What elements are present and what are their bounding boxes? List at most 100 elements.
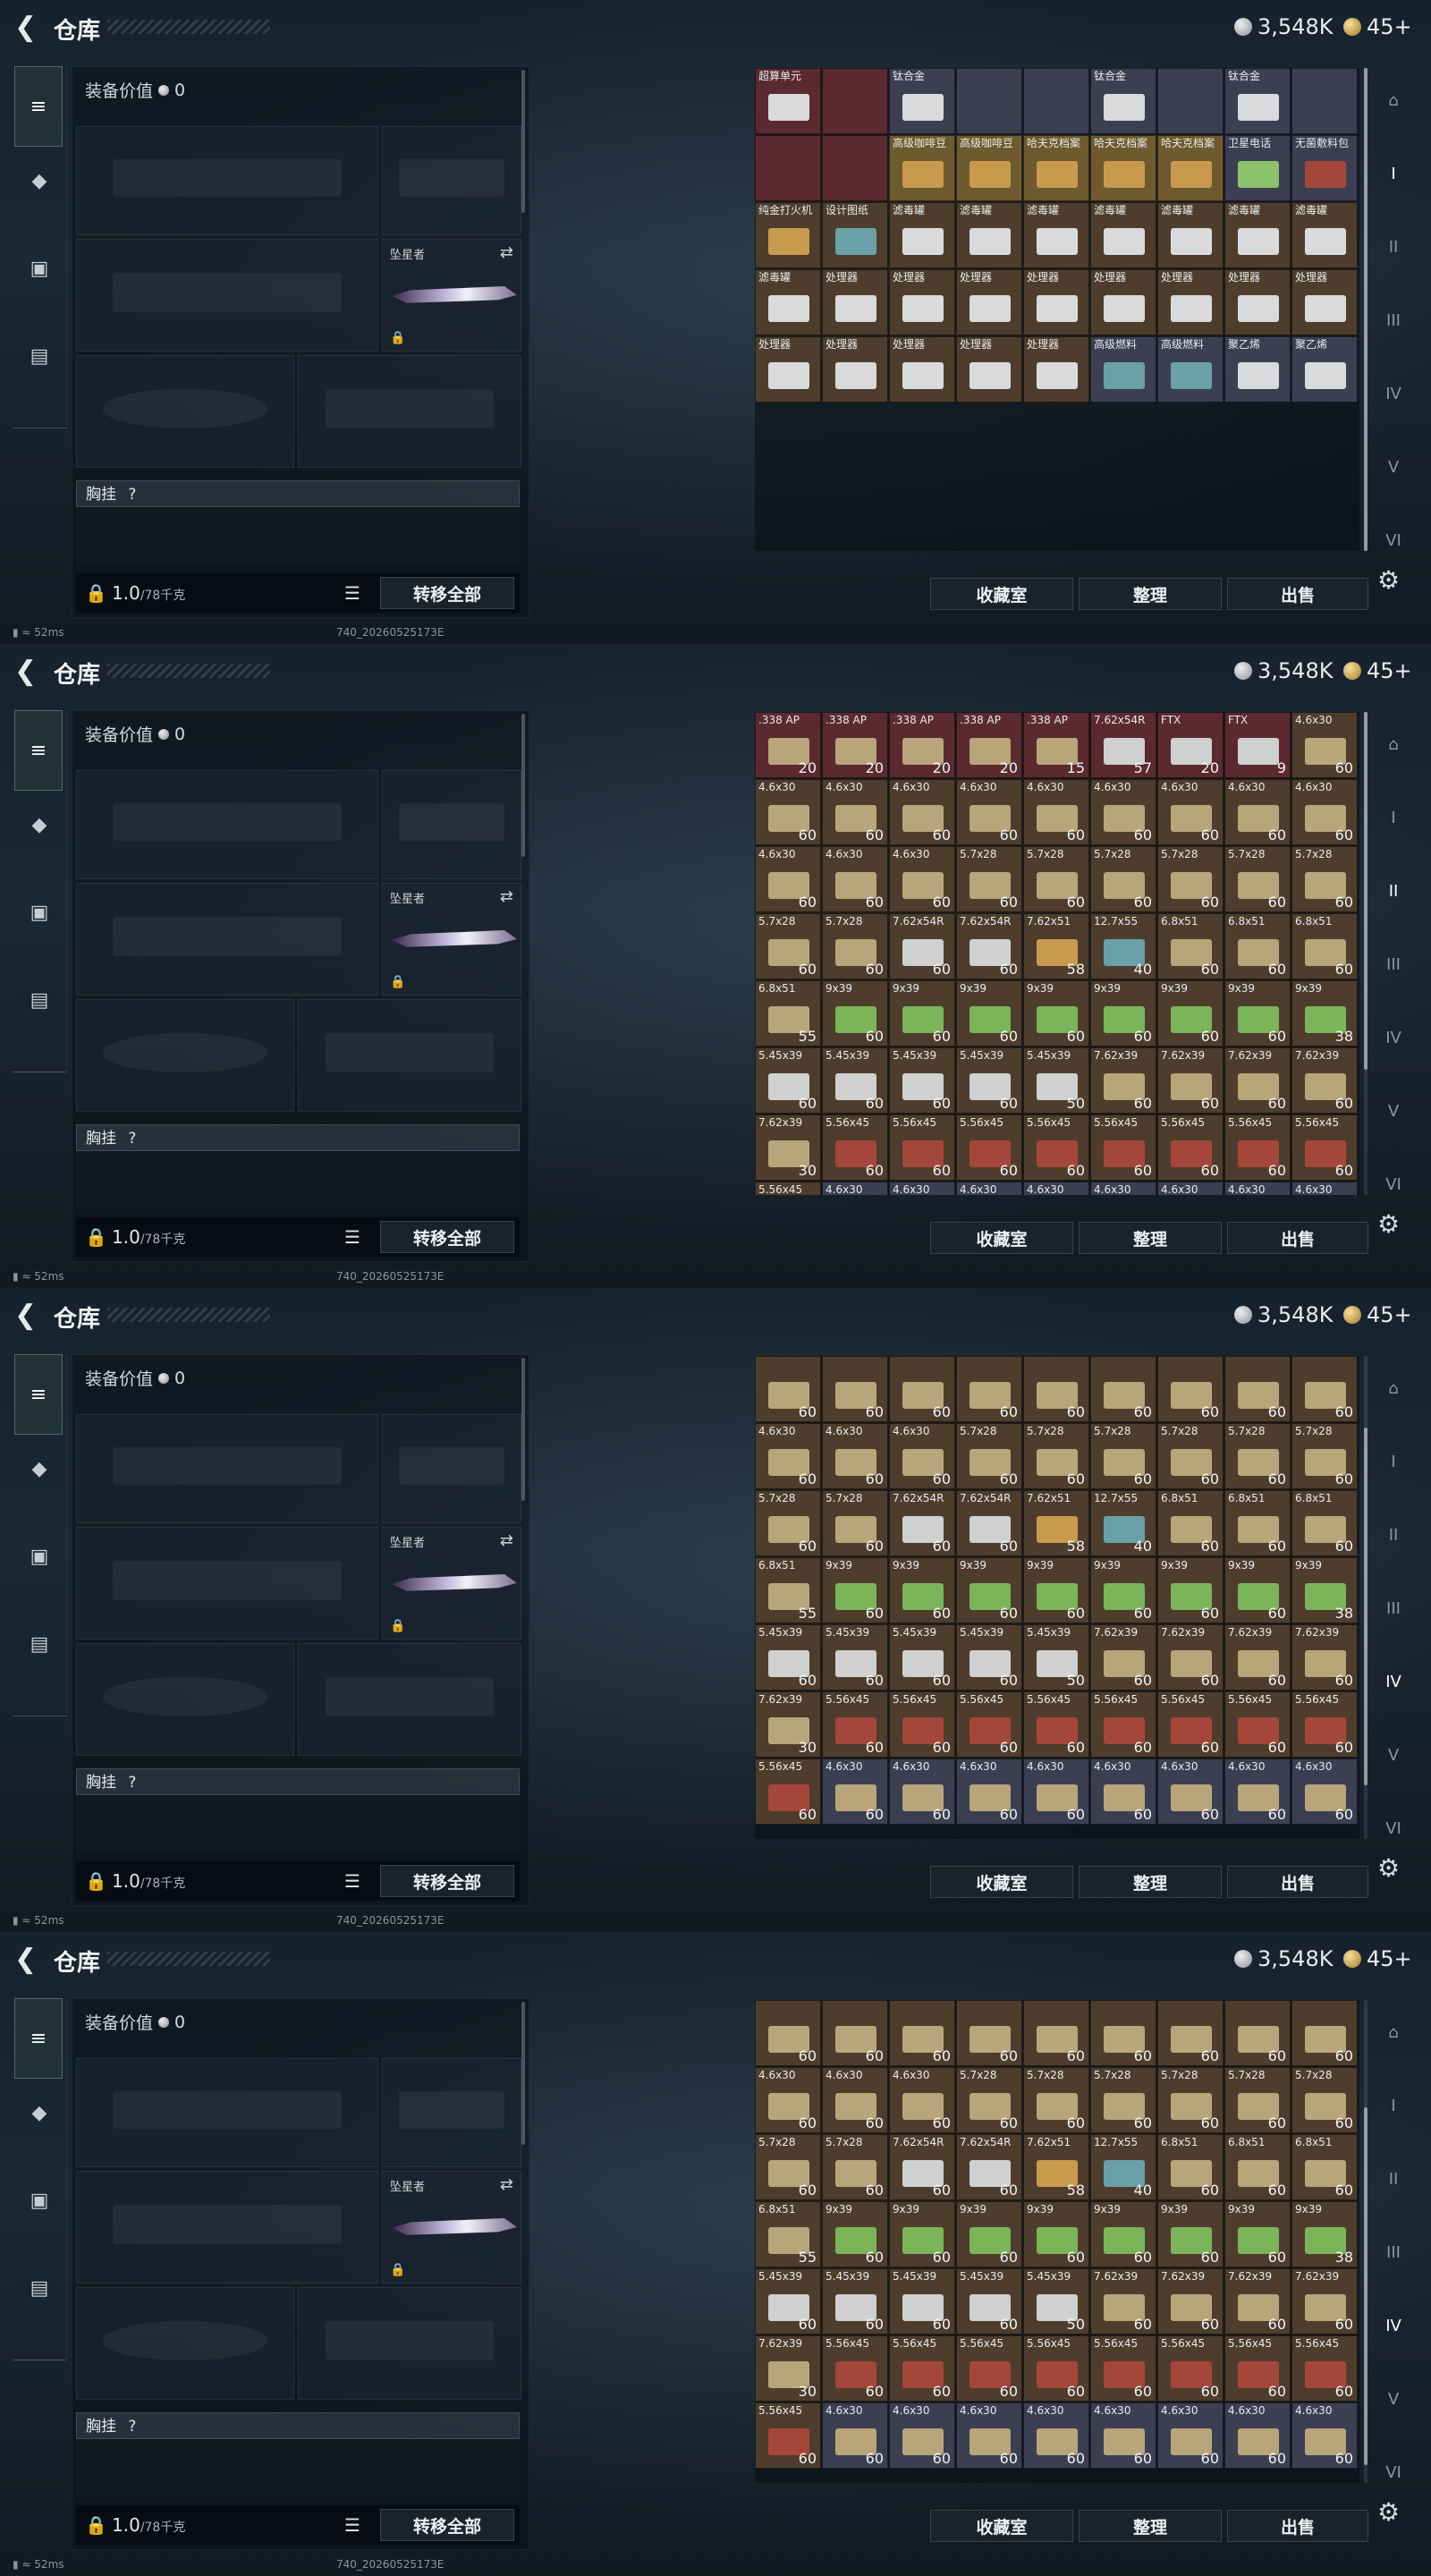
storage-item[interactable]: 4.6x30 60 (1157, 2402, 1224, 2469)
storage-item[interactable]: 5.45x39 60 (956, 2268, 1022, 2334)
storage-item[interactable]: 60 (1090, 1356, 1156, 1422)
armor-tab-icon[interactable]: ◆ (20, 161, 59, 200)
storage-item[interactable]: 9x39 38 (1291, 1557, 1358, 1623)
gear-icon[interactable]: ⚙ (1377, 1853, 1400, 1883)
collection-room-button[interactable]: 收藏室 (930, 2510, 1073, 2542)
storage-item[interactable]: 5.7x28 60 (1090, 846, 1156, 912)
storage-item[interactable]: 5.56x45 60 (1224, 1114, 1291, 1181)
storage-item[interactable]: 无菌敷料包 (1291, 135, 1358, 201)
storage-item[interactable]: 4.6x30 60 (956, 779, 1022, 845)
storage-item[interactable]: 4.6x30 60 (1291, 712, 1358, 778)
storage-item[interactable]: 5.7x28 60 (1224, 2067, 1291, 2133)
storage-item[interactable]: 5.7x28 60 (755, 1490, 821, 1556)
storage-item[interactable]: 滤毒罐 (1023, 202, 1089, 268)
storage-page-4-icon[interactable]: IV (1376, 1020, 1411, 1055)
storage-item[interactable]: 5.56x45 60 (822, 2335, 888, 2402)
storage-item[interactable]: 5.56x45 60 (1157, 1114, 1224, 1181)
help-icon[interactable]: ? (128, 1130, 136, 1148)
transfer-all-button[interactable]: 转移全部 (380, 2509, 514, 2541)
storage-item[interactable]: 4.6x30 60 (956, 2402, 1022, 2469)
storage-item[interactable]: 4.6x30 60 (1291, 2402, 1358, 2469)
storage-item[interactable]: 7.62x39 30 (755, 1114, 821, 1181)
equipment-scrollbar[interactable] (521, 2002, 525, 2145)
weapons-tab-icon[interactable]: ≡ (14, 1354, 63, 1435)
storage-item[interactable]: 5.7x28 60 (956, 846, 1022, 912)
storage-item[interactable]: 7.62x39 60 (1291, 2268, 1358, 2334)
storage-scrollbar[interactable] (1364, 1356, 1367, 1839)
armor-slot[interactable] (298, 2287, 521, 2400)
storage-item[interactable]: 7.62x51 58 (1023, 913, 1089, 979)
storage-item[interactable]: 6.8x51 60 (1291, 913, 1358, 979)
storage-item[interactable]: 4.6x30 60 (1023, 2402, 1089, 2469)
storage-item[interactable]: 4.6x30 60 (1224, 2402, 1291, 2469)
storage-item[interactable]: 5.45x39 60 (889, 1624, 955, 1690)
storage-item[interactable]: 5.56x45 60 (822, 1691, 888, 1758)
storage-page-4-icon[interactable]: IV (1376, 376, 1411, 411)
storage-item[interactable]: 4.6x30 60 (755, 779, 821, 845)
storage-item[interactable]: 60 (822, 1356, 888, 1422)
storage-item[interactable]: 5.7x28 60 (1291, 1423, 1358, 1489)
storage-item[interactable]: 5.56x45 60 (889, 1691, 955, 1758)
storage-item[interactable]: 5.56x45 60 (755, 2402, 821, 2469)
storage-item[interactable]: 4.6x30 60 (889, 1758, 955, 1825)
help-icon[interactable]: ? (128, 1774, 136, 1792)
storage-item[interactable]: 60 (1090, 2000, 1156, 2066)
storage-item[interactable]: 7.62x54R 60 (889, 2134, 955, 2200)
gold-currency[interactable]: 45+ (1343, 14, 1412, 39)
list-icon[interactable]: ☰ (344, 1870, 360, 1892)
storage-item[interactable]: 高级燃料 (1090, 336, 1156, 402)
primary-weapon-slot[interactable] (76, 2058, 378, 2167)
sell-button[interactable]: 出售 (1227, 1222, 1368, 1254)
storage-item[interactable]: 5.7x28 60 (1023, 2067, 1089, 2133)
storage-item[interactable]: 9x39 38 (1291, 980, 1358, 1046)
storage-item[interactable]: 5.7x28 60 (1090, 1423, 1156, 1489)
storage-item[interactable]: 聚乙烯 (1224, 336, 1291, 402)
storage-page-6-icon[interactable]: VI (1376, 1810, 1411, 1846)
storage-item[interactable]: 60 (889, 2000, 955, 2066)
storage-item[interactable]: 哈夫克档案 (1090, 135, 1156, 201)
transfer-all-button[interactable]: 转移全部 (380, 1865, 514, 1897)
list-icon[interactable]: ☰ (344, 582, 360, 604)
collection-room-button[interactable]: 收藏室 (930, 1866, 1073, 1898)
storage-item[interactable]: 5.45x39 60 (889, 2268, 955, 2334)
storage-item[interactable]: 7.62x39 60 (1224, 1624, 1291, 1690)
storage-item[interactable]: 4.6x30 60 (822, 1423, 888, 1489)
secondary-weapon-slot[interactable] (76, 1527, 378, 1640)
primary-weapon-slot[interactable] (76, 1414, 378, 1523)
storage-page-1-icon[interactable]: I (1376, 1444, 1411, 1479)
storage-item[interactable]: 4.6x30 60 (956, 1758, 1022, 1825)
storage-item[interactable]: 处理器 (956, 269, 1022, 335)
storage-item[interactable]: 4.6x30 60 (822, 2402, 888, 2469)
storage-page-4-icon[interactable]: IV (1376, 2308, 1411, 2343)
storage-item[interactable]: 60 (755, 1356, 821, 1422)
storage-item[interactable]: 滤毒罐 (956, 202, 1022, 268)
storage-item[interactable]: 4.6x30 60 (1224, 1758, 1291, 1825)
storage-item[interactable]: FTX 20 (1157, 712, 1224, 778)
storage-item[interactable]: 4.6x30 60 (889, 846, 955, 912)
storage-item[interactable]: 4.6x30 (822, 1182, 888, 1195)
lock-icon[interactable]: 🔒 (85, 1226, 107, 1248)
storage-page-2-icon[interactable]: II (1376, 229, 1411, 265)
storage-page-3-icon[interactable]: III (1376, 1590, 1411, 1626)
storage-item[interactable]: 4.6x30 60 (889, 1423, 955, 1489)
storage-item[interactable]: 5.45x39 60 (822, 1047, 888, 1114)
storage-item[interactable]: 处理器 (1090, 269, 1156, 335)
storage-item[interactable]: 钛合金 (1090, 68, 1156, 134)
storage-page-1-icon[interactable]: I (1376, 2088, 1411, 2123)
armor-tab-icon[interactable]: ◆ (20, 805, 59, 844)
storage-item[interactable]: 高级咖啡豆 (889, 135, 955, 201)
storage-item[interactable]: 7.62x39 60 (1224, 1047, 1291, 1114)
storage-item[interactable]: FTX 9 (1224, 712, 1291, 778)
storage-item[interactable]: 5.56x45 60 (1291, 1691, 1358, 1758)
storage-item[interactable]: 9x39 60 (889, 980, 955, 1046)
secondary-weapon-slot[interactable] (76, 2171, 378, 2284)
primary-weapon-slot[interactable] (76, 126, 378, 235)
back-arrow-icon[interactable]: ❮ (14, 14, 41, 41)
armor-slot[interactable] (298, 355, 521, 468)
sell-button[interactable]: 出售 (1227, 1866, 1368, 1898)
storage-item[interactable]: 5.7x28 60 (1023, 846, 1089, 912)
storage-item[interactable]: 5.56x45 60 (1224, 1691, 1291, 1758)
scroll-thumb[interactable] (1364, 712, 1367, 1070)
storage-item[interactable]: 7.62x39 60 (1090, 2268, 1156, 2334)
storage-item[interactable]: 4.6x30 60 (889, 2402, 955, 2469)
